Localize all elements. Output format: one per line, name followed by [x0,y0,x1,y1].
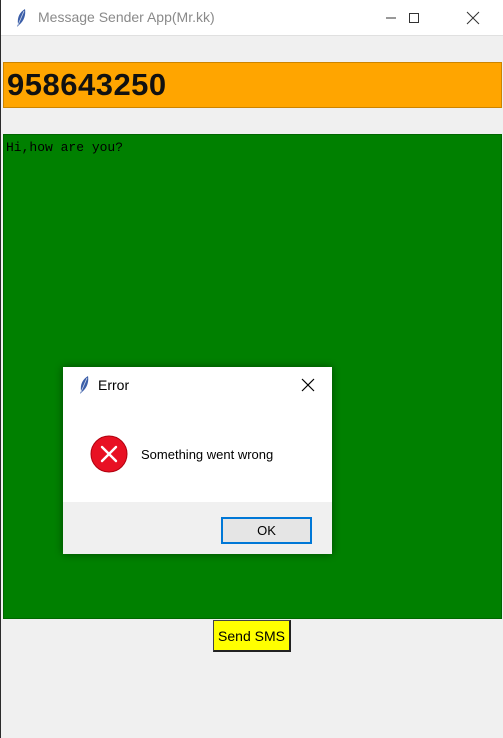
send-sms-button[interactable]: Send SMS [213,620,291,652]
app-window: Message Sender App(Mr.kk) 958643250 Hi,h… [0,0,503,738]
message-text: Hi,how are you? [6,140,124,155]
dialog-title: Error [98,377,130,393]
dialog-message: Something went wrong [141,447,274,462]
error-dialog: Error Something went wrong OK [63,367,332,554]
close-button[interactable] [450,0,496,36]
dialog-close-icon[interactable] [300,377,316,393]
feather-icon [17,9,26,27]
close-icon [466,11,480,25]
phone-number-value: 958643250 [7,67,167,102]
maximize-button[interactable] [391,0,437,36]
window-title: Message Sender App(Mr.kk) [38,9,215,25]
ok-button[interactable]: OK [221,517,312,544]
error-icon [90,435,128,473]
feather-icon [80,376,89,394]
phone-number-field[interactable]: 958643250 [3,62,502,108]
maximize-icon [409,13,419,23]
title-bar: Message Sender App(Mr.kk) [1,0,503,36]
